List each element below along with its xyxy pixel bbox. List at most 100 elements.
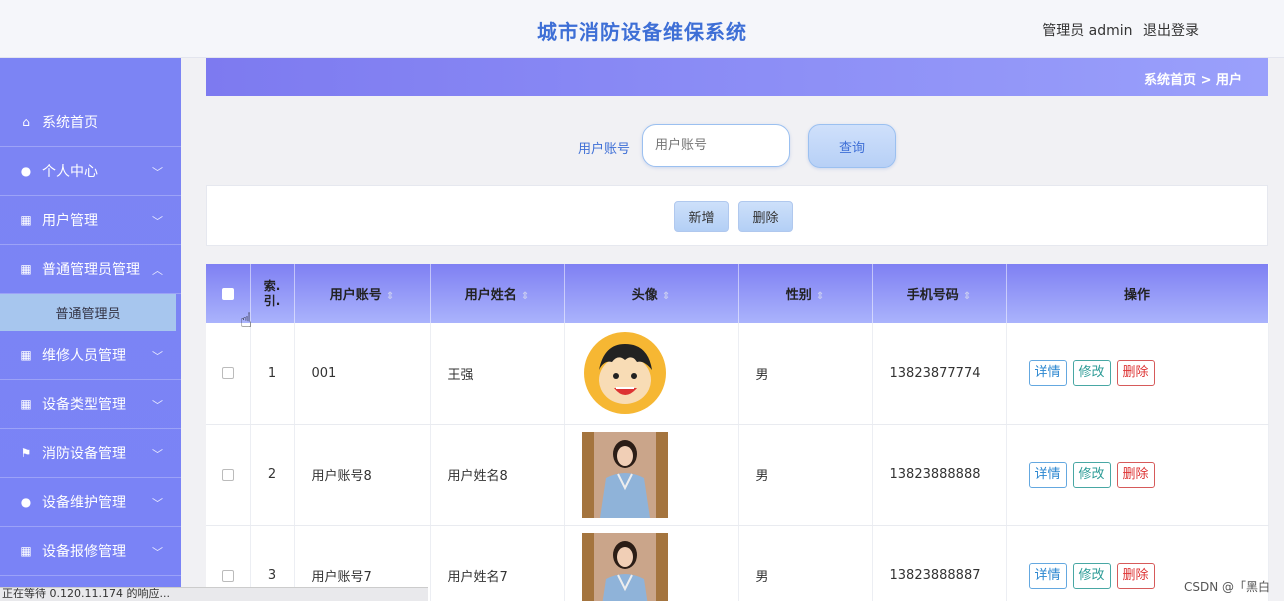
chevron-up-icon[interactable]: ︿ bbox=[152, 262, 163, 278]
breadcrumb-bar: 系统首页 > 用户 bbox=[206, 58, 1268, 96]
user-label: 管理员 admin bbox=[1042, 23, 1133, 39]
person-icon: ● bbox=[20, 495, 32, 509]
sort-icon[interactable]: ⇕ bbox=[386, 291, 394, 302]
sidebar-item[interactable]: ⚑ 消防设备管理 ﹀ bbox=[0, 429, 181, 478]
grid-icon: ▦ bbox=[20, 544, 32, 558]
phone-header-label: 手机号码 bbox=[906, 288, 959, 303]
sidebar-item-label: 普通管理员管理 bbox=[42, 262, 140, 278]
chevron-down-icon[interactable]: ﹀ bbox=[152, 213, 163, 229]
grid-icon: ▦ bbox=[20, 262, 32, 276]
sidebar-item[interactable]: ▦ 维修人员管理 ﹀ bbox=[0, 331, 181, 380]
index-cell: 1 bbox=[250, 323, 295, 425]
sidebar-item-label: 维修人员管理 bbox=[42, 348, 126, 364]
row-checkbox[interactable] bbox=[221, 367, 234, 380]
sidebar-item[interactable]: ▦ 用户管理 ﹀ bbox=[0, 196, 181, 245]
chevron-down-icon[interactable]: ﹀ bbox=[152, 348, 163, 364]
search-input[interactable] bbox=[642, 124, 790, 167]
add-button[interactable]: 新增 bbox=[674, 201, 729, 232]
sidebar-item[interactable]: ● 设备维护管理 ﹀ bbox=[0, 478, 181, 527]
name-header[interactable]: 用户姓名 ⇕ bbox=[430, 264, 565, 323]
row-delete-button[interactable]: 删除 bbox=[1116, 360, 1155, 387]
index-header: 索. 引. bbox=[250, 264, 295, 323]
detail-button[interactable]: 详情 bbox=[1028, 461, 1067, 488]
flag-icon: ⚑ bbox=[20, 446, 32, 460]
row-delete-button[interactable]: 删除 bbox=[1116, 562, 1155, 589]
sort-icon[interactable]: ⇕ bbox=[521, 291, 529, 302]
row-delete-button[interactable]: 删除 bbox=[1116, 461, 1155, 488]
grid-icon: ▦ bbox=[20, 348, 32, 362]
user-table: 索. 引. 用户账号 ⇕ 用户姓名 ⇕ 头像 ⇕ 性别 ⇕ 手机号码 ⇕ 操作 1 001 王… bbox=[206, 264, 1269, 601]
phone-cell: 13823888888 bbox=[872, 424, 1007, 526]
table-row[interactable]: 1 001 王强男 13823877774 详情 修改 删除 bbox=[206, 323, 1269, 425]
row-checkbox[interactable] bbox=[221, 569, 234, 582]
home-icon: ⌂ bbox=[22, 115, 30, 129]
sidebar-subitem[interactable]: 普通管理员 bbox=[0, 294, 176, 331]
sort-icon[interactable]: ⇕ bbox=[662, 291, 670, 302]
name-cell: 用户姓名7 bbox=[430, 525, 565, 601]
account-cell: 001 bbox=[294, 323, 431, 425]
sidebar-item[interactable]: ⌂ 系统首页 bbox=[0, 98, 181, 147]
sidebar-item-label: 个人中心 bbox=[42, 164, 98, 180]
table-header-row: 索. 引. 用户账号 ⇕ 用户姓名 ⇕ 头像 ⇕ 性别 ⇕ 手机号码 ⇕ 操作 bbox=[206, 264, 1269, 323]
name-cell: 用户姓名8 bbox=[430, 424, 565, 526]
gender-cell: 男 bbox=[738, 424, 873, 526]
sidebar-item-label: 设备维护管理 bbox=[42, 495, 126, 511]
gender-header[interactable]: 性别 ⇕ bbox=[738, 264, 873, 323]
grid-icon: ▦ bbox=[20, 397, 32, 411]
ops-header: 操作 bbox=[1006, 264, 1269, 323]
ops-header-label: 操作 bbox=[1123, 288, 1150, 303]
account-cell: 用户账号8 bbox=[294, 424, 431, 526]
sidebar-item[interactable]: ● 个人中心 ﹀ bbox=[0, 147, 181, 196]
sort-icon[interactable]: ⇕ bbox=[963, 291, 971, 302]
search-label: 用户账号 bbox=[578, 142, 631, 157]
account-header[interactable]: 用户账号 ⇕ bbox=[294, 264, 431, 323]
index-header-line1: 索. bbox=[263, 278, 281, 293]
chevron-down-icon[interactable]: ﹀ bbox=[152, 164, 163, 180]
name-cell: 王强 bbox=[430, 323, 565, 425]
search-area: 用户账号 查询 bbox=[206, 120, 1268, 172]
chevron-down-icon[interactable]: ﹀ bbox=[152, 446, 163, 462]
sidebar-item[interactable]: ▦ 设备类型管理 ﹀ bbox=[0, 380, 181, 429]
edit-button[interactable]: 修改 bbox=[1072, 360, 1111, 387]
sidebar-item[interactable]: ▦ 普通管理员管理 ︿ bbox=[0, 245, 181, 294]
grid-icon: ▦ bbox=[20, 213, 32, 227]
gender-cell: 男 bbox=[738, 525, 873, 601]
sidebar-item-label: 设备报修管理 bbox=[42, 544, 126, 560]
chevron-down-icon[interactable]: ﹀ bbox=[152, 495, 163, 511]
row-select-cell bbox=[206, 424, 251, 526]
search-button[interactable]: 查询 bbox=[808, 124, 896, 168]
avatar-cell bbox=[564, 323, 739, 425]
sidebar-item-label: 用户管理 bbox=[42, 213, 98, 229]
person-icon: ● bbox=[20, 164, 32, 178]
phone-header[interactable]: 手机号码 ⇕ bbox=[872, 264, 1007, 323]
table-row[interactable]: 2 用户账号8 用户姓名8 男 13823888888 详情 修改 删除 bbox=[206, 424, 1269, 526]
sidebar-item-label: 系统首页 bbox=[42, 115, 98, 131]
top-header: 城市消防设备维保系统 管理员 admin 退出登录 bbox=[0, 0, 1284, 58]
sidebar-item[interactable]: ▦ 设备报修管理 ﹀ bbox=[0, 527, 181, 576]
action-bar: 新增 删除 bbox=[206, 185, 1268, 246]
batch-delete-button[interactable]: 删除 bbox=[738, 201, 793, 232]
account-header-label: 用户账号 bbox=[329, 288, 382, 303]
chevron-down-icon[interactable]: ﹀ bbox=[152, 397, 163, 413]
sidebar-item-label: 设备类型管理 bbox=[42, 397, 126, 413]
detail-button[interactable]: 详情 bbox=[1028, 562, 1067, 589]
edit-button[interactable]: 修改 bbox=[1072, 461, 1111, 488]
breadcrumb: 系统首页 > 用户 bbox=[1144, 73, 1242, 88]
sidebar: ⌂ 系统首页 ● 个人中心 ﹀ ▦ 用户管理 ﹀ ▦ 普通管理员管理 ︿ 普通管理员 ▦ 维修人员管理 ﹀ ▦… bbox=[0, 58, 181, 601]
avatar-cell bbox=[564, 525, 739, 601]
cartoon-avatar-icon bbox=[583, 332, 666, 415]
detail-button[interactable]: 详情 bbox=[1028, 360, 1067, 387]
index-header-line2: 引. bbox=[263, 293, 281, 308]
chevron-down-icon[interactable]: ﹀ bbox=[152, 544, 163, 560]
browser-status-bar: 正在等待 0.120.11.174 的响应... bbox=[0, 587, 428, 601]
photo-avatar-icon bbox=[581, 532, 668, 601]
ops-cell: 详情 修改 删除 bbox=[1006, 323, 1269, 425]
user-area: 管理员 admin 退出登录 bbox=[1036, 20, 1199, 40]
select-all-checkbox[interactable] bbox=[221, 287, 234, 300]
row-checkbox[interactable] bbox=[221, 468, 234, 481]
phone-cell: 13823877774 bbox=[872, 323, 1007, 425]
logout-link[interactable]: 退出登录 bbox=[1143, 23, 1199, 39]
sort-icon[interactable]: ⇕ bbox=[816, 291, 824, 302]
edit-button[interactable]: 修改 bbox=[1072, 562, 1111, 589]
avatar-header[interactable]: 头像 ⇕ bbox=[564, 264, 739, 323]
